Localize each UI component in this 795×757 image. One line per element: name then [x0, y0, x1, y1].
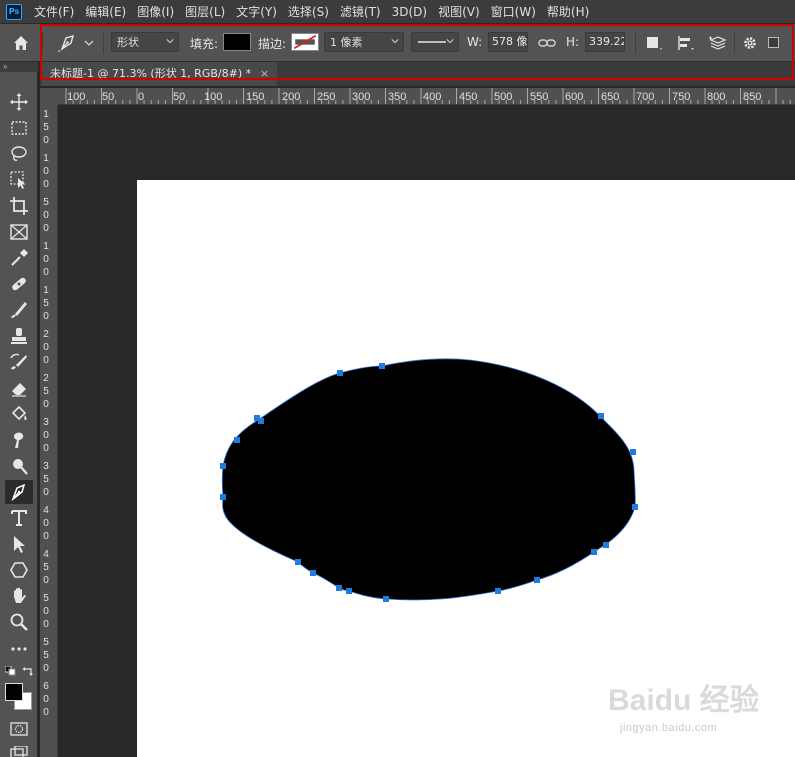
anchor-point	[632, 504, 638, 510]
anchor-point	[258, 418, 264, 424]
anchor-point	[598, 413, 604, 419]
shape-layer[interactable]	[0, 0, 795, 757]
anchor-point	[591, 549, 597, 555]
anchor-point	[603, 542, 609, 548]
shape-path[interactable]	[221, 358, 636, 601]
anchor-point	[234, 437, 240, 443]
anchor-point	[337, 370, 343, 376]
anchor-point	[336, 585, 342, 591]
anchor-point	[310, 570, 316, 576]
anchor-point	[379, 363, 385, 369]
watermark-brand: Baidu 经验	[608, 683, 758, 717]
anchor-point	[295, 559, 301, 565]
anchor-point	[346, 588, 352, 594]
watermark-url: jingyan.baidu.com	[620, 722, 718, 734]
anchor-point	[220, 494, 226, 500]
anchor-point	[630, 449, 636, 455]
anchor-point	[383, 596, 389, 602]
anchor-point	[534, 577, 540, 583]
anchor-point	[220, 463, 226, 469]
anchor-point	[495, 588, 501, 594]
